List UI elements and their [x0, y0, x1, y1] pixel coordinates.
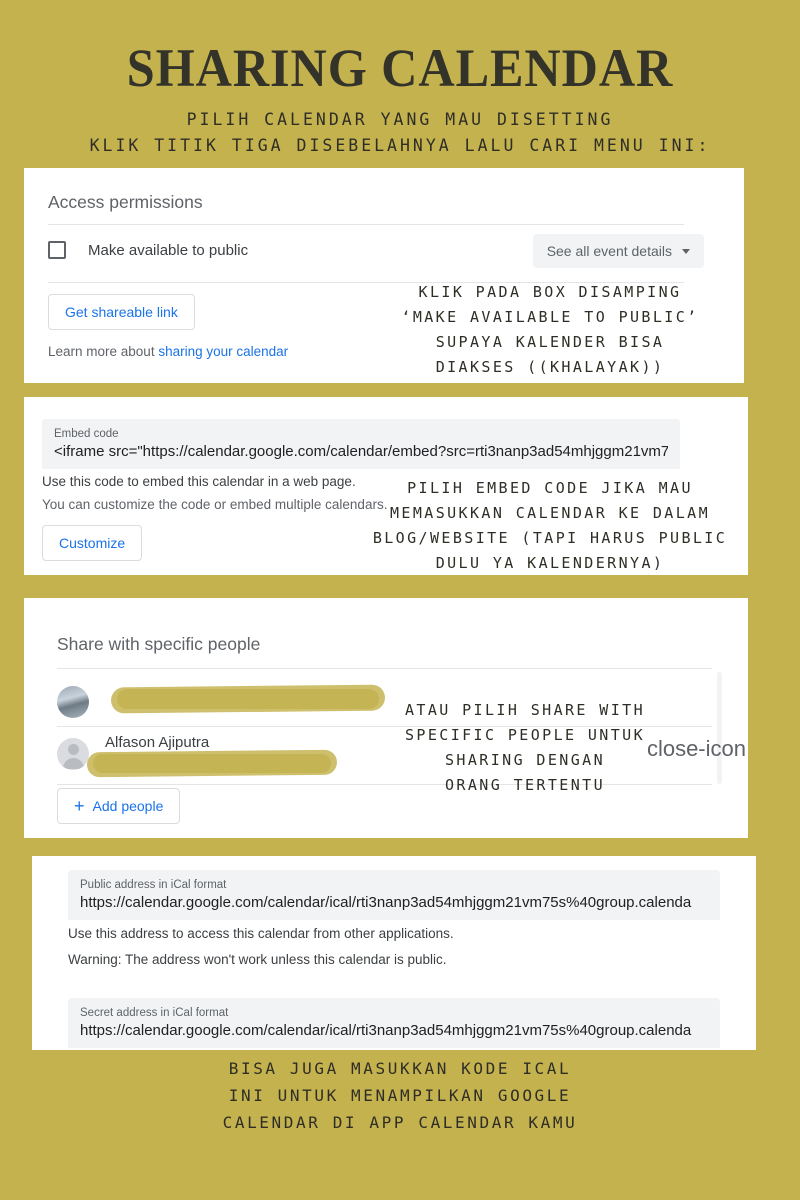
annotation-line: BLOG/WEBSITE (TAPI HARUS PUBLIC	[372, 528, 728, 547]
share-with-people-title: Share with specific people	[57, 634, 261, 654]
annotation-line: SUPAYA KALENDER BISA	[435, 332, 665, 351]
secret-ical-value: https://calendar.google.com/calendar/ica…	[80, 1022, 692, 1040]
avatar	[57, 686, 89, 718]
secret-ical-field[interactable]: Secret address in iCal format https://ca…	[68, 998, 720, 1049]
public-ical-label: Public address in iCal format	[80, 879, 227, 891]
event-details-dropdown[interactable]: See all event details	[532, 234, 704, 268]
footer-annotation: BISA JUGA MASUKKAN KODE ICAL INI UNTUK M…	[0, 1056, 800, 1137]
share-with-people-annotation: ATAU PILIH SHARE WITH SPECIFIC PEOPLE UN…	[360, 698, 690, 798]
footer-line-2: INI UNTUK MENAMPILKAN GOOGLE	[228, 1085, 572, 1105]
get-shareable-link-label: Get shareable link	[65, 304, 178, 320]
sharing-your-calendar-link[interactable]: sharing your calendar	[158, 344, 288, 359]
subtitle-line-2: KLIK TITIK TIGA DISEBELAHNYA LALU CARI M…	[89, 136, 711, 156]
annotation-line: DULU YA KALENDERNYA)	[435, 553, 665, 572]
annotation-line: ORANG TERTENTU	[444, 775, 606, 794]
annotation-line: MEMASUKKAN CALENDAR KE DALAM	[389, 503, 711, 522]
annotation-line: PILIH EMBED CODE JIKA MAU	[407, 479, 693, 497]
chevron-down-icon	[682, 248, 690, 254]
people-list-scrollbar[interactable]	[717, 672, 722, 784]
annotation-line: KLIK PADA BOX DISAMPING	[418, 283, 682, 301]
ical-help-line-1: Use this address to access this calendar…	[68, 926, 454, 941]
subtitle-line-1: PILIH CALENDAR YANG MAU DISETTING	[186, 109, 614, 129]
annotation-line: SHARING DENGAN	[444, 750, 606, 769]
make-public-row[interactable]: Make available to public	[48, 241, 248, 259]
annotation-line: DIAKSES ((KHALAYAK))	[435, 357, 665, 376]
access-permissions-annotation: KLIK PADA BOX DISAMPING ‘MAKE AVAILABLE …	[360, 280, 740, 380]
embed-code-field[interactable]: Embed code <iframe src="https://calendar…	[42, 419, 680, 470]
secret-ical-label: Secret address in iCal format	[80, 1007, 229, 1019]
embed-help-line-1: Use this code to embed this calendar in …	[42, 474, 356, 489]
ical-addresses-card: Public address in iCal format https://ca…	[32, 856, 756, 1050]
learn-more-prefix: Learn more about	[48, 344, 159, 359]
get-shareable-link-button[interactable]: Get shareable link	[48, 294, 195, 330]
annotation-line: SPECIFIC PEOPLE UNTUK	[404, 725, 646, 744]
customize-button-label: Customize	[59, 535, 126, 551]
plus-icon: +	[74, 796, 85, 816]
page-header: SHARING CALENDAR PILIH CALENDAR YANG MAU…	[0, 0, 800, 160]
public-ical-field[interactable]: Public address in iCal format https://ca…	[68, 870, 720, 921]
embed-help-line-2: You can customize the code or embed mult…	[42, 497, 388, 512]
annotation-line: ‘MAKE AVAILABLE TO PUBLIC’	[401, 307, 699, 326]
redaction-mark	[117, 689, 379, 709]
annotation-line: ATAU PILIH SHARE WITH	[404, 701, 646, 719]
public-ical-value: https://calendar.google.com/calendar/ica…	[80, 894, 692, 912]
learn-more-text: Learn more about sharing your calendar	[48, 344, 288, 359]
page-subtitle: PILIH CALENDAR YANG MAU DISETTING KLIK T…	[0, 107, 800, 160]
page-title: SHARING CALENDAR	[126, 38, 674, 98]
make-public-label: Make available to public	[88, 241, 249, 259]
customize-button[interactable]: Customize	[42, 525, 143, 561]
embed-code-field-value: <iframe src="https://calendar.google.com…	[54, 443, 668, 461]
ical-warning-line: Warning: The address won't work unless t…	[68, 952, 447, 967]
event-details-dropdown-value: See all event details	[546, 243, 672, 259]
embed-code-annotation: PILIH EMBED CODE JIKA MAU MEMASUKKAN CAL…	[350, 476, 750, 576]
footer-line-1: BISA JUGA MASUKKAN KODE ICAL	[228, 1059, 572, 1078]
avatar	[57, 738, 89, 770]
footer-line-3: CALENDAR DI APP CALENDAR KAMU	[222, 1112, 578, 1132]
access-permissions-title: Access permissions	[48, 192, 203, 212]
make-public-checkbox[interactable]	[48, 241, 66, 259]
add-people-label: Add people	[92, 798, 164, 814]
embed-code-field-label: Embed code	[54, 428, 119, 440]
add-people-button[interactable]: + Add people	[57, 788, 181, 824]
divider-people-top	[57, 668, 712, 669]
redaction-mark	[93, 754, 331, 773]
divider-top	[48, 224, 684, 225]
